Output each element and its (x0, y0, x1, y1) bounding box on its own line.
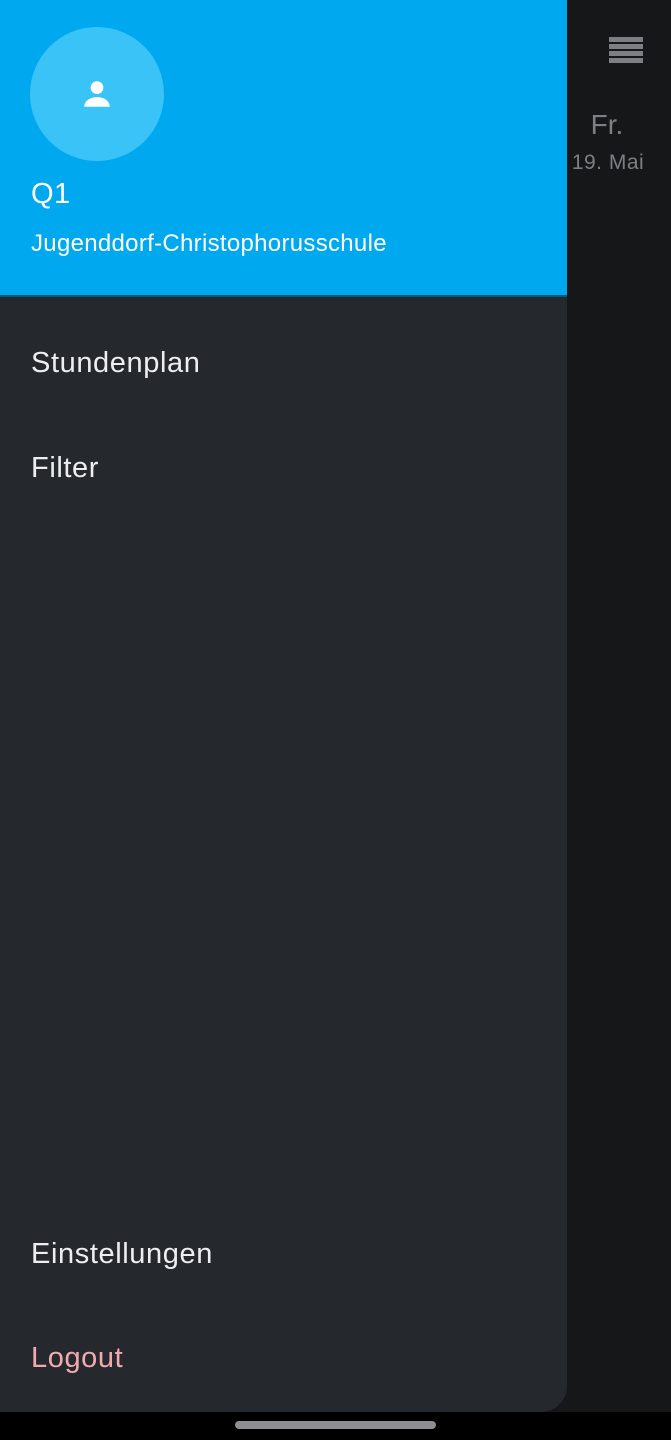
date-label: 19. Mai (571, 151, 645, 174)
class-title: Q1 (31, 178, 71, 210)
nav-item-label: Stundenplan (31, 346, 201, 379)
screen: Fr. 19. Mai Q1 Jugenddorf-Christophoruss… (0, 0, 671, 1440)
day-label: Fr. (590, 109, 624, 140)
nav-item-stundenplan[interactable]: Stundenplan (0, 318, 567, 408)
nav-item-logout[interactable]: Logout (0, 1313, 567, 1403)
school-name: Jugenddorf-Christophorusschule (31, 230, 387, 257)
nav-item-label: Einstellungen (31, 1237, 213, 1270)
person-icon (84, 81, 110, 107)
nav-item-label: Logout (31, 1341, 124, 1374)
nav-item-filter[interactable]: Filter (0, 423, 567, 513)
avatar[interactable] (30, 27, 164, 161)
menu-icon (609, 37, 643, 63)
nav-item-einstellungen[interactable]: Einstellungen (0, 1209, 567, 1299)
drawer-header: Q1 Jugenddorf-Christophorusschule (0, 0, 567, 297)
home-indicator[interactable] (235, 1421, 436, 1429)
navigation-drawer: Q1 Jugenddorf-Christophorusschule Stunde… (0, 0, 567, 1412)
nav-item-label: Filter (31, 451, 100, 484)
menu-button[interactable] (604, 32, 648, 68)
